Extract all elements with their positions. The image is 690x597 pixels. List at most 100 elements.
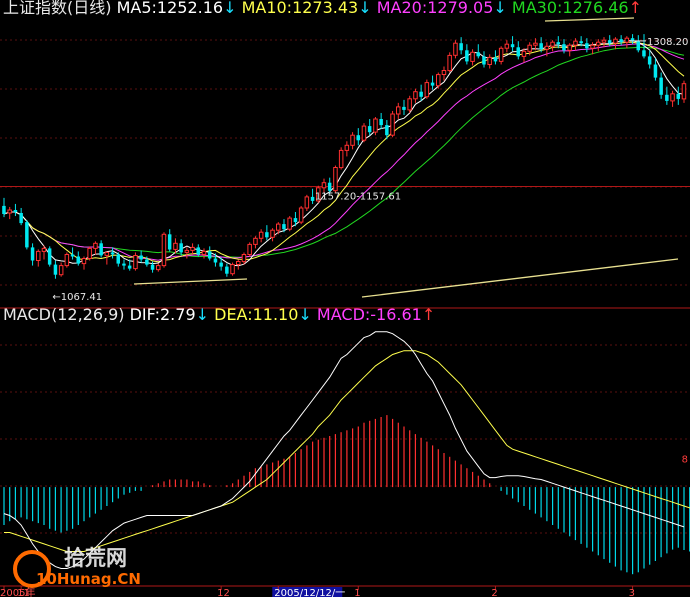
candle-body-down xyxy=(367,126,372,133)
time-label: 3 xyxy=(629,588,635,597)
candle-body-down xyxy=(219,262,223,267)
legend-item: MA10:1273.43 xyxy=(242,0,359,17)
candle-body-down xyxy=(127,265,132,269)
candle-body-down xyxy=(76,256,80,264)
candle-body-down xyxy=(419,91,423,97)
candle-body-up xyxy=(396,106,401,115)
candle-body-down xyxy=(647,56,652,65)
candle-body-up xyxy=(41,247,47,252)
candle-body-up xyxy=(550,41,555,47)
candle-body-down xyxy=(2,205,6,214)
candle-body-down xyxy=(676,93,680,99)
candle-body-down xyxy=(562,44,566,51)
legend-arrow: ↑ xyxy=(629,0,642,17)
candle-body-up xyxy=(447,54,452,72)
time-label: 2005/12/12/一 xyxy=(274,588,345,597)
candle-body-down xyxy=(30,247,35,261)
price-legend: 上证指数(日线) MA5:1252.16↓ MA10:1273.43↓ MA20… xyxy=(3,0,642,17)
candle-body-up xyxy=(544,45,550,50)
candle-body-up xyxy=(624,37,630,43)
time-label: 12 xyxy=(217,588,230,597)
candle-body-up xyxy=(36,250,41,261)
candle-body-down xyxy=(122,263,126,266)
legend-item: MACD:-16.61 xyxy=(317,305,422,324)
candle-body-up xyxy=(93,242,98,249)
legend-arrow: ↓ xyxy=(493,0,512,17)
high-price-label: 1308.20 xyxy=(647,37,688,48)
candle-body-up xyxy=(470,51,475,62)
candle-body-down xyxy=(459,43,463,51)
candle-body-up xyxy=(521,50,527,57)
candle-body-down xyxy=(145,259,149,265)
candle-body-down xyxy=(516,47,520,57)
candle-body-down xyxy=(585,43,589,49)
candle-body-up xyxy=(590,44,595,49)
candle-body-down xyxy=(327,182,332,191)
candle-body-down xyxy=(539,43,543,50)
candle-body-down xyxy=(636,41,640,51)
candle-body-up xyxy=(601,39,607,43)
candle-body-up xyxy=(247,243,252,255)
candle-body-up xyxy=(487,56,492,66)
legend-arrow: ↓ xyxy=(196,305,215,324)
candle-body-down xyxy=(19,213,23,224)
candle-body-up xyxy=(350,134,355,146)
candle-body-down xyxy=(379,119,383,126)
candle-body-down xyxy=(116,254,120,264)
candle-body-up xyxy=(236,261,241,265)
watermark-domain: 10Hunag.CN xyxy=(36,570,141,588)
candle-body-up xyxy=(596,41,601,46)
candle-body-up xyxy=(527,44,532,52)
candle-body-down xyxy=(13,210,18,212)
legend-item: DEA:11.10 xyxy=(214,305,298,324)
candle-body-up xyxy=(64,254,70,267)
candle-body-down xyxy=(430,82,435,86)
candle-body-down xyxy=(139,255,143,260)
candle-body-down xyxy=(310,196,315,201)
candle-body-up xyxy=(184,249,190,253)
legend-title: 上证指数(日线) xyxy=(3,0,117,17)
candle-body-down xyxy=(110,252,115,255)
candle-body-down xyxy=(25,222,29,248)
candle-body-down xyxy=(619,39,623,43)
candle-body-down xyxy=(665,94,669,101)
candle-body-down xyxy=(265,232,269,238)
low-price-label: ←1067.41 xyxy=(52,292,102,303)
candle-body-down xyxy=(607,40,612,44)
candle-body-up xyxy=(253,237,258,245)
candle-body-down xyxy=(179,243,183,253)
legend-arrow: ↑ xyxy=(422,305,435,324)
legend-item: MA5:1252.16 xyxy=(117,0,223,17)
candle-body-up xyxy=(133,255,138,270)
stock-chart: ←1067.41 1157.20-1157.61 1308.20 8 上证指数(日线… xyxy=(0,0,690,597)
candle-body-up xyxy=(241,254,247,263)
legend-item: MA20:1279.05 xyxy=(377,0,494,17)
candle-body-up xyxy=(298,207,304,223)
candle-body-up xyxy=(344,144,350,151)
candle-body-up xyxy=(104,251,110,256)
candle-body-down xyxy=(196,247,200,255)
legend-arrow: ↓ xyxy=(298,305,317,324)
candle-body-up xyxy=(361,125,367,141)
candle-body-up xyxy=(333,167,338,192)
range-price-label: 1157.20-1157.61 xyxy=(315,192,401,203)
candle-body-down xyxy=(207,251,212,259)
candle-body-up xyxy=(681,83,687,100)
time-label: 1 xyxy=(354,588,360,597)
candle-body-down xyxy=(213,258,218,263)
candle-body-up xyxy=(373,118,378,133)
candle-body-up xyxy=(573,40,578,46)
candle-body-down xyxy=(465,50,469,62)
candle-body-up xyxy=(321,182,327,189)
candle-body-down xyxy=(356,135,360,141)
candle-body-up xyxy=(453,42,458,56)
candle-body-up xyxy=(173,242,178,250)
candle-body-down xyxy=(579,41,583,44)
legend-arrow: ↓ xyxy=(358,0,377,17)
candle-body-up xyxy=(533,42,538,46)
candle-body-down xyxy=(225,266,229,274)
candle-body-down xyxy=(70,254,75,257)
candle-body-down xyxy=(99,243,103,256)
candle-body-down xyxy=(282,224,286,230)
time-label: 2 xyxy=(491,588,497,597)
